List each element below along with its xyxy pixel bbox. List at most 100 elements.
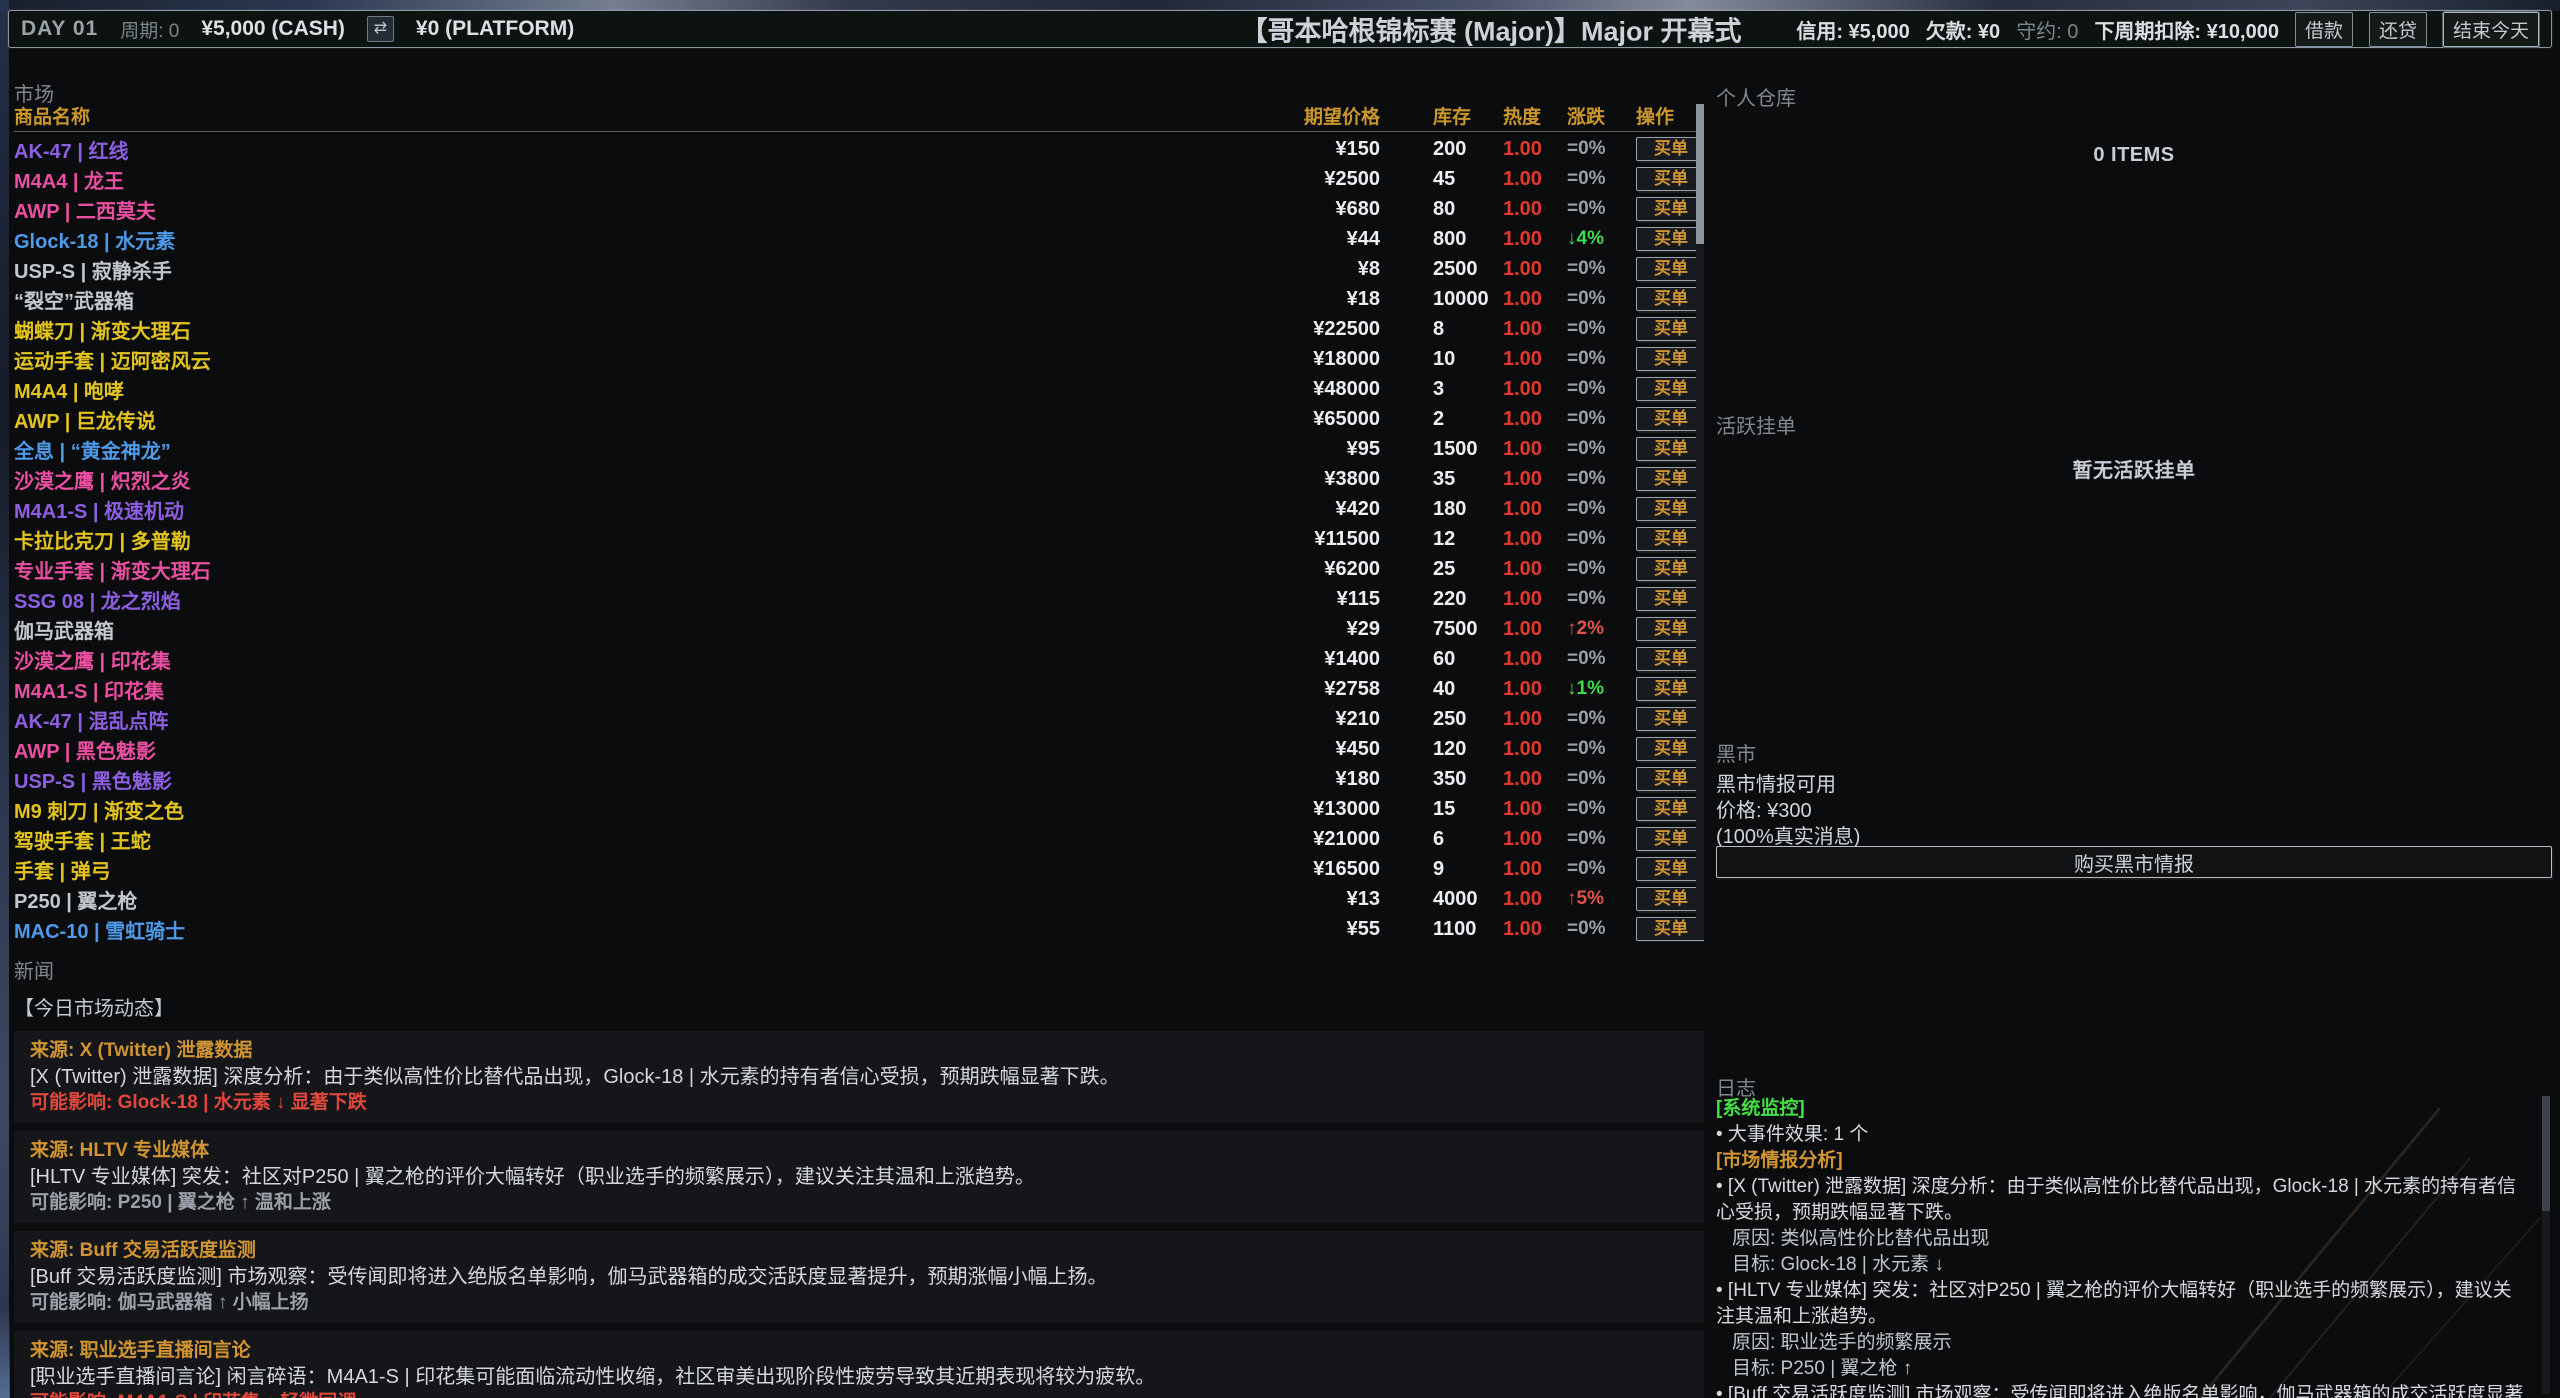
borrow-button[interactable]: 借款 — [2295, 12, 2353, 47]
market-row[interactable]: SSG 08 | 龙之烈焰 ¥115 220 1.00 =0% 买单 — [14, 584, 1704, 614]
market-row[interactable]: AK-47 | 混乱点阵 ¥210 250 1.00 =0% 买单 — [14, 704, 1704, 734]
item-name[interactable]: AK-47 | 混乱点阵 — [14, 705, 1170, 734]
item-price: ¥11500 — [1170, 528, 1380, 551]
market-scrollbar[interactable] — [1696, 104, 1704, 934]
buy-order-button[interactable]: 买单 — [1636, 737, 1704, 761]
market-row[interactable]: 伽马武器箱 ¥29 7500 1.00 ↑2% 买单 — [14, 614, 1704, 644]
buy-order-button[interactable]: 买单 — [1636, 857, 1704, 881]
buy-order-button[interactable]: 买单 — [1636, 527, 1704, 551]
item-name[interactable]: MAC-10 | 雪虹骑士 — [14, 915, 1170, 943]
buy-order-button[interactable]: 买单 — [1636, 707, 1704, 731]
market-row[interactable]: USP-S | 黑色魅影 ¥180 350 1.00 =0% 买单 — [14, 764, 1704, 794]
buy-intel-button[interactable]: 购买黑市情报 — [1716, 846, 2552, 878]
item-name[interactable]: AWP | 黑色魅影 — [14, 735, 1170, 764]
item-stock: 1100 — [1380, 918, 1495, 941]
buy-order-button[interactable]: 买单 — [1636, 407, 1704, 431]
item-name[interactable]: 手套 | 弹弓 — [14, 855, 1170, 884]
log-scrollbar-thumb[interactable] — [2542, 1096, 2550, 1211]
market-row[interactable]: P250 | 翼之枪 ¥13 4000 1.00 ↑5% 买单 — [14, 884, 1704, 914]
market-row[interactable]: 全息 | “黄金神龙” ¥95 1500 1.00 =0% 买单 — [14, 434, 1704, 464]
market-row[interactable]: M4A1-S | 极速机动 ¥420 180 1.00 =0% 买单 — [14, 494, 1704, 524]
buy-order-button[interactable]: 买单 — [1636, 827, 1704, 851]
market-row[interactable]: MAC-10 | 雪虹骑士 ¥55 1100 1.00 =0% 买单 — [14, 914, 1704, 942]
item-name[interactable]: Glock-18 | 水元素 — [14, 225, 1170, 254]
market-row[interactable]: M4A4 | 咆哮 ¥48000 3 1.00 =0% 买单 — [14, 374, 1704, 404]
repay-button[interactable]: 还贷 — [2369, 12, 2427, 47]
market-row[interactable]: AWP | 黑色魅影 ¥450 120 1.00 =0% 买单 — [14, 734, 1704, 764]
buy-order-button[interactable]: 买单 — [1636, 887, 1704, 911]
item-price: ¥3800 — [1170, 468, 1380, 491]
item-name[interactable]: AWP | 二西莫夫 — [14, 195, 1170, 224]
buy-order-button[interactable]: 买单 — [1636, 587, 1704, 611]
market-row[interactable]: 运动手套 | 迈阿密风云 ¥18000 10 1.00 =0% 买单 — [14, 344, 1704, 374]
market-row[interactable]: “裂空”武器箱 ¥18 10000 1.00 =0% 买单 — [14, 284, 1704, 314]
market-row[interactable]: 卡拉比克刀 | 多普勒 ¥11500 12 1.00 =0% 买单 — [14, 524, 1704, 554]
item-name[interactable]: 卡拉比克刀 | 多普勒 — [14, 525, 1170, 554]
buy-order-button[interactable]: 买单 — [1636, 557, 1704, 581]
market-row[interactable]: M4A1-S | 印花集 ¥2758 40 1.00 ↓1% 买单 — [14, 674, 1704, 704]
market-row[interactable]: 驾驶手套 | 王蛇 ¥21000 6 1.00 =0% 买单 — [14, 824, 1704, 854]
item-name[interactable]: 沙漠之鹰 | 印花集 — [14, 645, 1170, 674]
item-heat: 1.00 — [1495, 858, 1553, 881]
buy-order-button[interactable]: 买单 — [1636, 347, 1704, 371]
item-name[interactable]: M4A4 | 龙王 — [14, 165, 1170, 194]
buy-order-button[interactable]: 买单 — [1636, 197, 1704, 221]
buy-order-button[interactable]: 买单 — [1636, 377, 1704, 401]
buy-order-button[interactable]: 买单 — [1636, 767, 1704, 791]
item-name[interactable]: M4A1-S | 印花集 — [14, 675, 1170, 704]
item-name[interactable]: M4A1-S | 极速机动 — [14, 495, 1170, 524]
buy-order-button[interactable]: 买单 — [1636, 287, 1704, 311]
end-day-button[interactable]: 结束今天 — [2443, 12, 2539, 47]
market-row[interactable]: 专业手套 | 渐变大理石 ¥6200 25 1.00 =0% 买单 — [14, 554, 1704, 584]
item-name[interactable]: 沙漠之鹰 | 炽烈之炎 — [14, 465, 1170, 494]
buy-order-button[interactable]: 买单 — [1636, 167, 1704, 191]
item-name[interactable]: 运动手套 | 迈阿密风云 — [14, 345, 1170, 374]
buy-order-button[interactable]: 买单 — [1636, 437, 1704, 461]
buy-order-button[interactable]: 买单 — [1636, 917, 1704, 941]
item-name[interactable]: AK-47 | 红线 — [14, 135, 1170, 164]
market-row[interactable]: 手套 | 弹弓 ¥16500 9 1.00 =0% 买单 — [14, 854, 1704, 884]
market-row[interactable]: AWP | 二西莫夫 ¥680 80 1.00 =0% 买单 — [14, 194, 1704, 224]
buy-order-button[interactable]: 买单 — [1636, 227, 1704, 251]
market-row[interactable]: 蝴蝶刀 | 渐变大理石 ¥22500 8 1.00 =0% 买单 — [14, 314, 1704, 344]
buy-order-button[interactable]: 买单 — [1636, 467, 1704, 491]
market-row[interactable]: USP-S | 寂静杀手 ¥8 2500 1.00 =0% 买单 — [14, 254, 1704, 284]
buy-order-button[interactable]: 买单 — [1636, 677, 1704, 701]
market-row[interactable]: AK-47 | 红线 ¥150 200 1.00 =0% 买单 — [14, 134, 1704, 164]
log-box: [系统监控]• 大事件效果: 1 个[市场情报分析]• [X (Twitter)… — [1716, 1096, 2528, 1398]
swap-funds-button[interactable]: ⇄ — [367, 16, 394, 42]
market-row[interactable]: M9 刺刀 | 渐变之色 ¥13000 15 1.00 =0% 买单 — [14, 794, 1704, 824]
item-name[interactable]: 全息 | “黄金神龙” — [14, 435, 1170, 464]
item-name[interactable]: 蝴蝶刀 | 渐变大理石 — [14, 315, 1170, 344]
item-name[interactable]: M4A4 | 咆哮 — [14, 375, 1170, 404]
market-row[interactable]: AWP | 巨龙传说 ¥65000 2 1.00 =0% 买单 — [14, 404, 1704, 434]
buy-order-button[interactable]: 买单 — [1636, 647, 1704, 671]
item-name[interactable]: USP-S | 黑色魅影 — [14, 765, 1170, 794]
item-change: =0% — [1553, 858, 1624, 880]
black-market-price: 价格: ¥300 — [1716, 794, 1812, 823]
buy-order-button[interactable]: 买单 — [1636, 257, 1704, 281]
buy-order-button[interactable]: 买单 — [1636, 617, 1704, 641]
market-scrollbar-thumb[interactable] — [1696, 104, 1704, 244]
market-row[interactable]: 沙漠之鹰 | 印花集 ¥1400 60 1.00 =0% 买单 — [14, 644, 1704, 674]
log-scrollbar[interactable] — [2542, 1096, 2550, 1394]
item-name[interactable]: 驾驶手套 | 王蛇 — [14, 825, 1170, 854]
item-name[interactable]: 伽马武器箱 — [14, 615, 1170, 644]
item-name[interactable]: AWP | 巨龙传说 — [14, 405, 1170, 434]
item-name[interactable]: 专业手套 | 渐变大理石 — [14, 555, 1170, 584]
item-stock: 8 — [1380, 318, 1495, 341]
item-stock: 1500 — [1380, 438, 1495, 461]
market-row[interactable]: Glock-18 | 水元素 ¥44 800 1.00 ↓4% 买单 — [14, 224, 1704, 254]
item-name[interactable]: P250 | 翼之枪 — [14, 885, 1170, 914]
buy-order-button[interactable]: 买单 — [1636, 317, 1704, 341]
market-row[interactable]: M4A4 | 龙王 ¥2500 45 1.00 =0% 买单 — [14, 164, 1704, 194]
buy-order-button[interactable]: 买单 — [1636, 137, 1704, 161]
market-row[interactable]: 沙漠之鹰 | 炽烈之炎 ¥3800 35 1.00 =0% 买单 — [14, 464, 1704, 494]
buy-order-button[interactable]: 买单 — [1636, 797, 1704, 821]
item-name[interactable]: USP-S | 寂静杀手 — [14, 255, 1170, 284]
item-name[interactable]: “裂空”武器箱 — [14, 285, 1170, 314]
item-name[interactable]: M9 刺刀 | 渐变之色 — [14, 795, 1170, 824]
news-card: 来源: 职业选手直播间言论 [职业选手直播间言论] 闲言碎语：M4A1-S | … — [14, 1331, 1704, 1398]
buy-order-button[interactable]: 买单 — [1636, 497, 1704, 521]
item-name[interactable]: SSG 08 | 龙之烈焰 — [14, 585, 1170, 614]
